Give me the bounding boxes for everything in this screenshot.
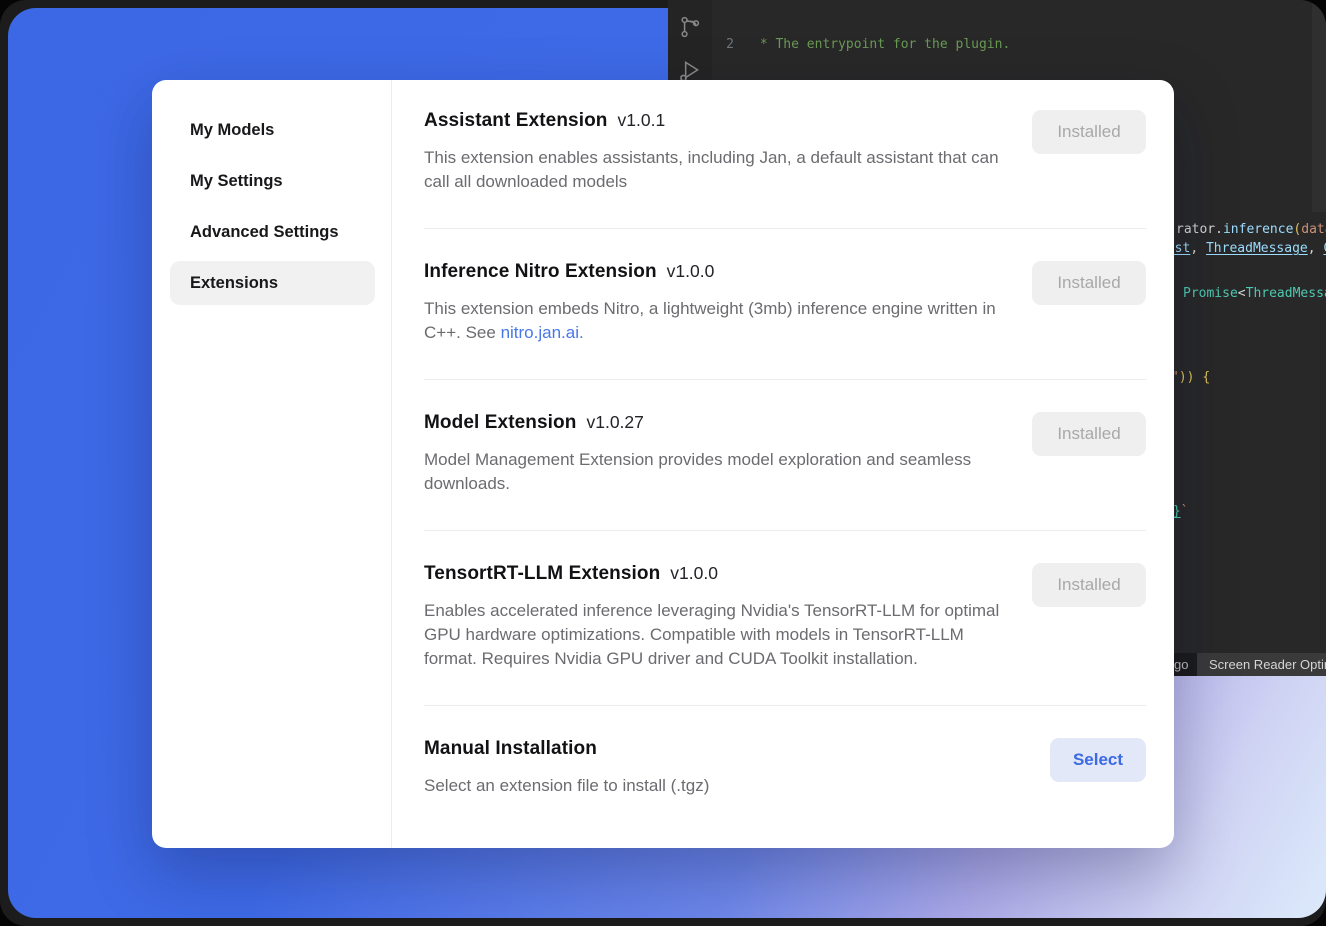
extension-version: v1.0.1	[618, 110, 666, 131]
code-line-2: * The entrypoint for the plugin.	[752, 36, 1010, 53]
source-control-icon	[677, 14, 703, 40]
manual-installation-entry: Manual Installation Select an extension …	[424, 706, 1146, 798]
settings-sidebar: My Models My Settings Advanced Settings …	[152, 80, 392, 848]
extension-description: This extension enables assistants, inclu…	[424, 146, 1009, 194]
extension-entry-inference-nitro: Inference Nitro Extension v1.0.0 This ex…	[424, 229, 1146, 380]
minimap	[1312, 0, 1326, 212]
extensions-list: Assistant Extension v1.0.1 This extensio…	[392, 80, 1174, 848]
installed-button[interactable]: Installed	[1032, 563, 1146, 607]
extension-description: This extension embeds Nitro, a lightweig…	[424, 297, 1009, 345]
extension-title: Assistant Extension	[424, 110, 608, 132]
settings-modal: My Models My Settings Advanced Settings …	[152, 80, 1174, 848]
extension-version: v1.0.0	[667, 261, 715, 282]
screen-reader-toast: Screen Reader Optimize	[1197, 653, 1326, 676]
sidebar-item-my-settings[interactable]: My Settings	[170, 159, 375, 203]
sidebar-item-my-models[interactable]: My Models	[170, 108, 375, 152]
hero-screenshot: 2 * The entrypoint for the plugin. 3 */ …	[0, 0, 1326, 926]
manual-installation-title: Manual Installation	[424, 738, 597, 760]
installed-button[interactable]: Installed	[1032, 412, 1146, 456]
extension-version: v1.0.0	[670, 563, 718, 584]
sidebar-item-advanced-settings[interactable]: Advanced Settings	[170, 210, 375, 254]
extension-version: v1.0.27	[586, 412, 643, 433]
extension-title: Model Extension	[424, 412, 576, 434]
installed-button[interactable]: Installed	[1032, 261, 1146, 305]
nitro-jan-ai-link[interactable]: nitro.jan.ai.	[501, 323, 584, 342]
extension-entry-assistant: Assistant Extension v1.0.1 This extensio…	[424, 108, 1146, 229]
code-fragment-braces: ")) {	[1171, 369, 1210, 386]
installed-button[interactable]: Installed	[1032, 110, 1146, 154]
extension-description: Enables accelerated inference leveraging…	[424, 599, 1009, 671]
extension-title: TensortRT-LLM Extension	[424, 563, 660, 585]
extension-entry-model: Model Extension v1.0.27 Model Management…	[424, 380, 1146, 531]
select-file-button[interactable]: Select	[1050, 738, 1146, 782]
code-fragment-promise: Promise<ThreadMessage>	[1183, 285, 1326, 302]
extension-entry-tensorrt-llm: TensortRT-LLM Extension v1.0.0 Enables a…	[424, 531, 1146, 706]
line-number: 2	[712, 36, 752, 53]
status-bar-text: go	[1174, 656, 1188, 673]
extension-description: Model Management Extension provides mode…	[424, 448, 1009, 496]
code-fragment-inference: rator.inference(data));	[1176, 221, 1326, 238]
sidebar-item-extensions[interactable]: Extensions	[170, 261, 375, 305]
manual-installation-description: Select an extension file to install (.tg…	[424, 774, 1009, 798]
extension-title: Inference Nitro Extension	[424, 261, 657, 283]
